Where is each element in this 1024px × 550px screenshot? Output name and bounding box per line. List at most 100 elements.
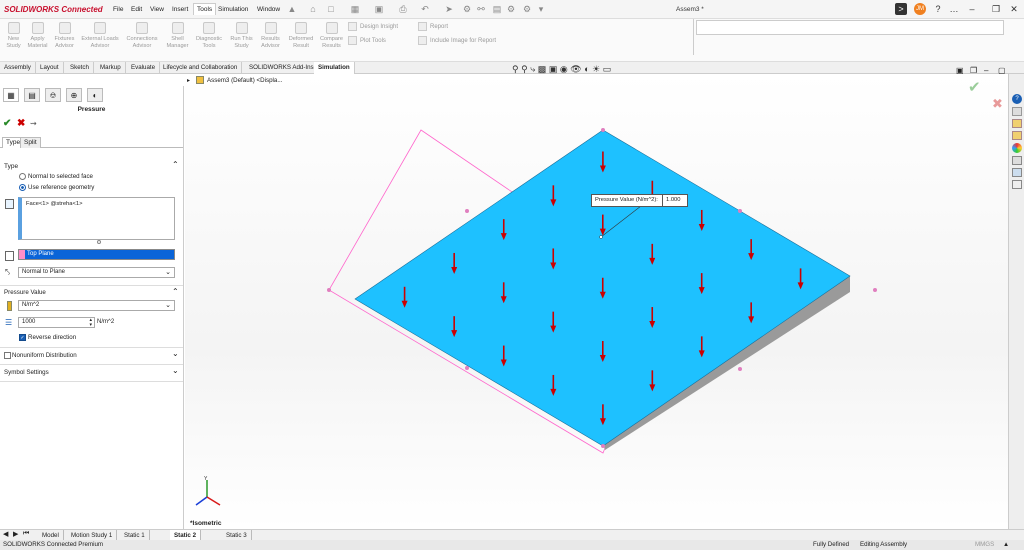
view-orientation-icon[interactable]: ▣ <box>549 64 558 74</box>
unit-select[interactable]: N/m^2 ⌄ <box>18 300 175 311</box>
previous-view-icon[interactable]: ⤷ <box>530 64 535 74</box>
symbol-settings-header[interactable]: Symbol Settings <box>4 369 49 376</box>
pressure-callout[interactable]: Pressure Value (N/m^2): 1.000 <box>591 194 688 207</box>
section-view-icon[interactable]: ▩ <box>538 64 547 74</box>
spinner-icon[interactable]: ▴ ▾ <box>89 318 92 328</box>
nonuniform-checkbox[interactable] <box>4 352 11 359</box>
diagnostic-tools-button[interactable]: Diagnostic Tools <box>193 22 225 49</box>
design-library-icon[interactable] <box>1012 107 1022 116</box>
reverse-direction-checkbox[interactable]: ✓ <box>19 334 26 341</box>
external-loads-advisor-button[interactable]: External Loads Advisor <box>80 22 120 49</box>
apply-material-button[interactable]: Apply Material <box>24 22 51 49</box>
file-properties-icon[interactable]: ▤ <box>492 4 502 14</box>
forum-icon[interactable] <box>1012 168 1022 177</box>
tab-split[interactable]: Split <box>20 137 41 148</box>
monitor-icon[interactable]: ▭ <box>603 64 612 74</box>
custom-properties-icon[interactable] <box>1012 156 1022 165</box>
menu-tools[interactable]: Tools <box>193 3 217 15</box>
report-button[interactable]: Report <box>418 22 448 31</box>
menu-insert[interactable]: Insert <box>172 6 188 13</box>
handle[interactable] <box>873 288 877 292</box>
shell-manager-button[interactable]: Shell Manager <box>164 22 191 49</box>
include-image-button[interactable]: Include Image for Report <box>418 36 496 45</box>
tab-layout[interactable]: Layout <box>36 62 64 74</box>
deformed-result-button[interactable]: Deformed Result <box>286 22 316 49</box>
design-insight-button[interactable]: Design Insight <box>348 22 398 31</box>
display-style-icon[interactable]: ◉ <box>560 64 568 74</box>
tab-sketch[interactable]: Sketch <box>66 62 94 74</box>
new-study-button[interactable]: New Study <box>0 22 27 49</box>
expand-symbol-icon[interactable]: ⌄ <box>172 366 179 375</box>
home-icon[interactable]: ⌂ <box>308 4 318 14</box>
appearance-icon[interactable]: ◐ <box>584 64 589 74</box>
radio-reference[interactable] <box>19 184 26 191</box>
options-icon[interactable]: ⚙ <box>506 4 516 14</box>
type-section-header[interactable]: Type <box>4 163 18 170</box>
print-icon[interactable]: ⎙ <box>398 4 408 14</box>
tab-lifecycle[interactable]: Lifecycle and Collaboration <box>159 62 243 74</box>
handle[interactable] <box>738 367 742 371</box>
menu-window[interactable]: Window <box>257 6 280 13</box>
handle[interactable] <box>465 366 469 370</box>
reference-plane-box[interactable]: Top Plane <box>18 249 175 260</box>
handle[interactable] <box>738 209 742 213</box>
faces-selection-box[interactable]: Face<1> @streha<1> <box>18 197 175 240</box>
feature-manager-tab[interactable]: ▦ <box>3 88 19 102</box>
help-icon[interactable]: ? <box>932 3 944 15</box>
open-icon[interactable]: ▦ <box>350 4 360 14</box>
dropdown-icon[interactable]: ▾ <box>536 4 546 14</box>
expand-nonuniform-icon[interactable]: ⌄ <box>172 349 179 358</box>
zoom-to-fit-icon[interactable]: ⚲ <box>512 64 519 74</box>
tab-simulation[interactable]: Simulation <box>314 62 355 74</box>
hide-show-icon[interactable]: 👁 <box>570 64 581 74</box>
pressure-value-input[interactable]: 1000 ▴ ▾ <box>18 317 95 328</box>
close-icon[interactable]: ✕ <box>1008 3 1020 15</box>
cancel-x-icon[interactable]: ✖ <box>17 118 25 129</box>
graphics-area[interactable]: ▸ Assem3 (Default) <Displa... ✔ ✖ Y Pres… <box>185 74 1008 529</box>
save-icon[interactable]: ▣ <box>374 4 384 14</box>
property-manager-tab[interactable]: ▤ <box>24 88 40 102</box>
scene-icon[interactable]: ☀ <box>592 64 600 74</box>
configuration-manager-tab[interactable]: ⎊ <box>45 88 61 102</box>
more-icon[interactable]: … <box>948 3 960 15</box>
compare-results-button[interactable]: Compare Results <box>318 22 345 49</box>
restore-icon[interactable]: ❐ <box>990 3 1002 15</box>
toolbox-icon[interactable] <box>1012 180 1022 189</box>
select-icon[interactable]: ➤ <box>444 4 454 14</box>
file-explorer-icon[interactable] <box>1012 119 1022 128</box>
menu-file[interactable]: File <box>113 6 123 13</box>
status-expand-icon[interactable]: ▲ <box>1003 540 1009 550</box>
options-gear-icon[interactable]: ⚙ <box>522 4 532 14</box>
attach-icon[interactable]: ⚯ <box>476 4 486 14</box>
handle[interactable] <box>601 128 605 132</box>
results-advisor-button[interactable]: Results Advisor <box>257 22 284 49</box>
appearances-icon[interactable] <box>1012 143 1022 153</box>
tab-addins[interactable]: SOLIDWORKS Add-Ins <box>245 62 319 74</box>
fixtures-advisor-button[interactable]: Fixtures Advisor <box>51 22 78 49</box>
tab-scroll-right-icon[interactable]: ▶ <box>13 530 18 538</box>
pushpin-icon[interactable]: ⇝ <box>30 119 37 128</box>
pressure-section-header[interactable]: Pressure Value <box>4 289 46 296</box>
resize-handle[interactable] <box>97 240 101 244</box>
ok-check-icon[interactable]: ✔ <box>3 118 11 129</box>
connections-advisor-button[interactable]: Connections Advisor <box>124 22 160 49</box>
tab-assembly[interactable]: Assembly <box>0 62 36 74</box>
new-document-icon[interactable]: □ <box>326 4 336 14</box>
rebuild-icon[interactable]: ⚙ <box>462 4 472 14</box>
terminal-icon[interactable]: > <box>895 3 907 15</box>
callout-value[interactable]: 1.000 <box>662 195 684 206</box>
direction-select[interactable]: Normal to Plane ⌄ <box>18 267 175 278</box>
handle[interactable] <box>327 288 331 292</box>
plot-tools-button[interactable]: Plot Tools <box>348 36 386 45</box>
tab-scroll-left-icon[interactable]: ◀ <box>3 530 8 538</box>
menu-simulation[interactable]: Simulation <box>218 6 248 13</box>
pin-icon[interactable]: ▲ <box>287 4 297 14</box>
radio-normal[interactable] <box>19 173 26 180</box>
status-units[interactable]: MMGS <box>975 540 994 550</box>
collapse-type-icon[interactable]: ⌃ <box>172 160 179 169</box>
display-manager-tab[interactable]: ◐ <box>87 88 103 102</box>
collapse-pressure-icon[interactable]: ⌃ <box>172 287 179 296</box>
menu-edit[interactable]: Edit <box>131 6 142 13</box>
run-study-button[interactable]: Run This Study <box>228 22 255 49</box>
tab-scroll-first-icon[interactable]: ⏮ <box>23 530 29 538</box>
